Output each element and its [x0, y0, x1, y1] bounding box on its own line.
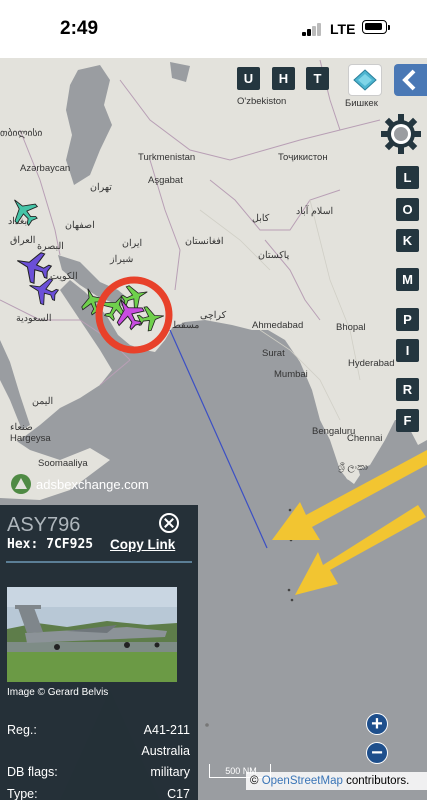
- openstreetmap-link[interactable]: OpenStreetMap: [262, 775, 343, 787]
- settings-gear-icon[interactable]: [379, 112, 423, 156]
- attribution-suffix: contributors.: [342, 775, 410, 787]
- clock: 2:49: [60, 18, 99, 39]
- type-label: Type:: [7, 787, 38, 800]
- sidebar-button-o[interactable]: O: [396, 198, 419, 221]
- copyright-symbol: ©: [250, 775, 259, 787]
- db-flags-value: military: [150, 765, 190, 779]
- logo-text: adsbexchange.com: [36, 477, 149, 492]
- sidebar-button-l[interactable]: L: [396, 166, 419, 189]
- adsbexchange-logo-icon: [11, 474, 31, 494]
- aircraft-icon[interactable]: [3, 190, 44, 231]
- reg-label: Reg.:: [7, 723, 37, 737]
- reg-value: A41-211: [143, 723, 190, 737]
- layers-icon: [353, 69, 377, 91]
- zoom-in-button[interactable]: +: [366, 713, 388, 735]
- status-bar: 2:49 LTE: [0, 0, 427, 58]
- top-button-t[interactable]: T: [306, 67, 329, 90]
- hex-code: Hex: 7CF925: [7, 537, 93, 552]
- top-button-h[interactable]: H: [272, 67, 295, 90]
- sidebar-button-p[interactable]: P: [396, 308, 419, 331]
- type-value: C17: [167, 787, 190, 800]
- country-value: Australia: [141, 744, 190, 758]
- map-attribution: © OpenStreetMap contributors.: [246, 772, 427, 790]
- aircraft-info-panel: ASY796 Hex: 7CF925 Copy Link Image © Ger…: [0, 505, 198, 800]
- sidebar-button-f[interactable]: F: [396, 409, 419, 432]
- copy-link-button[interactable]: Copy Link: [110, 537, 175, 552]
- collapse-sidebar-button[interactable]: [394, 64, 427, 96]
- zoom-out-button[interactable]: −: [366, 742, 388, 764]
- cellular-signal-icon: [302, 22, 322, 36]
- hex-label: Hex:: [7, 537, 39, 552]
- sidebar-button-k[interactable]: K: [396, 229, 419, 252]
- chevron-left-icon: [402, 69, 416, 91]
- photo-credit: Image © Gerard Belvis: [7, 687, 109, 698]
- sidebar-button-r[interactable]: R: [396, 378, 419, 401]
- network-type: LTE: [330, 21, 356, 37]
- sidebar-button-i[interactable]: I: [396, 339, 419, 362]
- panel-divider: [6, 561, 192, 563]
- sidebar-button-m[interactable]: M: [396, 268, 419, 291]
- top-button-u[interactable]: U: [237, 67, 260, 90]
- close-panel-icon[interactable]: [159, 513, 179, 533]
- hex-value: 7CF925: [46, 537, 94, 552]
- aircraft-photo[interactable]: [7, 587, 177, 682]
- layers-button[interactable]: [348, 64, 382, 96]
- battery-icon: [362, 20, 390, 34]
- db-flags-label: DB flags:: [7, 765, 58, 779]
- callsign: ASY796: [7, 514, 81, 536]
